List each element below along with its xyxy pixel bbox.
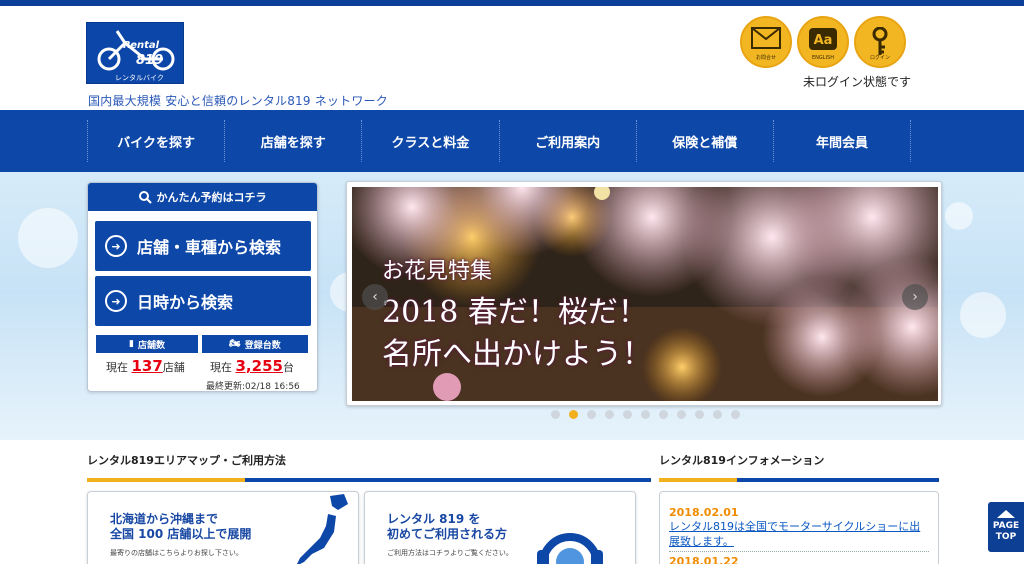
first-time-guide-card[interactable]: レンタル 819 を 初めてご利用される方 ご利用方法はコチラよりご覧ください。	[364, 491, 636, 564]
login-status-text: 未ログイン状態です	[803, 75, 912, 89]
bike-count-prefix: 現在	[210, 361, 232, 374]
key-icon	[872, 27, 888, 55]
contact-caption: お問合せ	[755, 55, 776, 61]
info-date-2: 2018.01.22	[669, 555, 739, 564]
store-icon: ▮	[129, 339, 134, 349]
nav-guide[interactable]: ご利用案内	[500, 120, 637, 162]
slider-dot[interactable]	[623, 410, 632, 419]
svg-text:レンタルバイク: レンタルバイク	[115, 73, 164, 82]
area-map-line1: 北海道から沖縄まで	[110, 512, 219, 526]
bokeh-decoration	[960, 292, 1006, 338]
english-icon: Aa	[809, 28, 837, 50]
slider-dot[interactable]	[659, 410, 668, 419]
slider-dot[interactable]	[605, 410, 614, 419]
search-icon	[138, 190, 152, 204]
store-count-number[interactable]: 137	[132, 357, 163, 375]
info-list: 2018.02.01 レンタル819は全国でモーターサイクルショーに出展致します…	[659, 491, 939, 564]
login-button[interactable]: ログイン	[854, 16, 906, 68]
store-count-label: 店舗数	[137, 340, 165, 351]
search-by-store-vehicle-button[interactable]: ➜ 店舗・車種から検索	[95, 221, 311, 271]
chevron-right-icon: ›	[912, 289, 918, 305]
last-updated: 最終更新:02/18 16:56	[206, 382, 300, 392]
nav-annual-member[interactable]: 年間会員	[774, 120, 912, 162]
slider-dot[interactable]	[569, 410, 578, 419]
slider-pagination	[551, 410, 740, 419]
arrow-right-icon: ➜	[105, 290, 127, 312]
slider-dot[interactable]	[713, 410, 722, 419]
info-section-rule	[659, 478, 939, 482]
english-caption: ENGLISH	[812, 55, 834, 61]
slider-dot[interactable]	[551, 410, 560, 419]
slider-dot[interactable]	[731, 410, 740, 419]
nav-find-store[interactable]: 店舗を探す	[225, 120, 363, 162]
english-button[interactable]: Aa ENGLISH	[797, 16, 849, 68]
slide-title-line2: 2018 春だ！桜だ！	[382, 295, 648, 330]
site-header: Rental 819 レンタルバイク 国内最大規模 安心と信頼のレンタル819 …	[0, 6, 1024, 110]
slider-dot[interactable]	[641, 410, 650, 419]
motorcycle-icon: 🏍	[229, 339, 241, 349]
slide-title-line3: 名所へ出かけよう！	[382, 337, 652, 372]
quick-reserve-title: かんたん予約はコチラ	[156, 191, 267, 204]
login-caption: ログイン	[869, 55, 890, 61]
arrow-up-icon	[997, 510, 1015, 518]
bike-count-label: 登録台数	[244, 340, 281, 351]
store-count-value: 現在 137店舗	[106, 357, 185, 375]
slider-next-button[interactable]: ›	[902, 284, 928, 310]
svg-text:819: 819	[136, 53, 163, 68]
quick-reserve-header: かんたん予約はコチラ	[88, 183, 317, 211]
first-time-line2: 初めてご利用される方	[387, 527, 508, 541]
page-top-line2: TOP	[995, 532, 1017, 542]
info-section-title: レンタル819インフォメーション	[659, 454, 825, 467]
search-by-datetime-label: 日時から検索	[137, 293, 234, 312]
slider-dot[interactable]	[677, 410, 686, 419]
site-logo[interactable]: Rental 819 レンタルバイク	[86, 22, 184, 84]
bike-count-label-bar: 🏍 登録台数	[202, 335, 308, 353]
bokeh-decoration	[18, 208, 78, 268]
first-time-sub: ご利用方法はコチラよりご覧ください。	[387, 549, 513, 557]
quick-reserve-panel: かんたん予約はコチラ ➜ 店舗・車種から検索 ➜ 日時から検索 ▮ 店舗数 🏍 …	[87, 182, 318, 392]
info-date-1: 2018.02.01	[669, 506, 739, 519]
mail-icon	[751, 27, 781, 49]
bike-logo-icon: Rental 819 レンタルバイク	[97, 30, 175, 82]
hero-slider: お花見特集 2018 春だ！桜だ！ 名所へ出かけよう！ ‹ ›	[346, 181, 942, 406]
info-link-1[interactable]: レンタル819は全国でモーターサイクルショーに出展致します。	[669, 519, 929, 552]
svg-text:Rental: Rental	[123, 40, 160, 51]
store-count-prefix: 現在	[106, 361, 128, 374]
area-map-section-title: レンタル819エリアマップ・ご利用方法	[87, 454, 286, 467]
bike-count-number[interactable]: 3,255	[236, 357, 283, 375]
main-nav: バイクを探す 店舗を探す クラスと料金 ご利用案内 保険と補償 年間会員	[0, 110, 1024, 172]
japan-map-icon	[297, 494, 348, 564]
site-tagline: 国内最大規模 安心と信頼のレンタル819 ネットワーク	[88, 94, 388, 108]
page-top-line1: PAGE	[992, 521, 1020, 531]
search-by-datetime-button[interactable]: ➜ 日時から検索	[95, 276, 311, 326]
support-headset-icon	[537, 533, 603, 564]
slide-hanami[interactable]: お花見特集 2018 春だ！桜だ！ 名所へ出かけよう！ ‹ ›	[352, 187, 938, 401]
arrow-right-icon: ➜	[105, 235, 127, 257]
area-map-line2: 全国 100 店舗以上で展開	[110, 527, 252, 541]
slider-prev-button[interactable]: ‹	[362, 284, 388, 310]
bike-count-suffix: 台	[282, 361, 294, 374]
bokeh-decoration	[945, 202, 973, 230]
first-time-line1: レンタル 819 を	[387, 512, 481, 526]
slide-title-line1: お花見特集	[382, 259, 493, 284]
chevron-left-icon: ‹	[372, 289, 378, 305]
page-top-button[interactable]: PAGE TOP	[988, 502, 1024, 552]
area-map-sub: 最寄りの店舗はこちらよりお探し下さい。	[110, 549, 243, 557]
bike-count-value: 現在 3,255台	[210, 357, 294, 375]
area-map-card[interactable]: 北海道から沖縄まで 全国 100 店舗以上で展開 最寄りの店舗はこちらよりお探し…	[87, 491, 359, 564]
svg-text:Aa: Aa	[814, 33, 833, 48]
slider-dot[interactable]	[587, 410, 596, 419]
slider-dot[interactable]	[695, 410, 704, 419]
search-by-store-vehicle-label: 店舗・車種から検索	[137, 238, 282, 257]
nav-insurance[interactable]: 保険と補償	[637, 120, 774, 162]
nav-find-bike[interactable]: バイクを探す	[88, 120, 226, 162]
contact-button[interactable]: お問合せ	[740, 16, 792, 68]
nav-class-price[interactable]: クラスと料金	[362, 120, 500, 162]
area-map-section-rule	[87, 478, 651, 482]
store-count-label-bar: ▮ 店舗数	[96, 335, 198, 353]
store-count-suffix: 店舗	[162, 361, 185, 374]
